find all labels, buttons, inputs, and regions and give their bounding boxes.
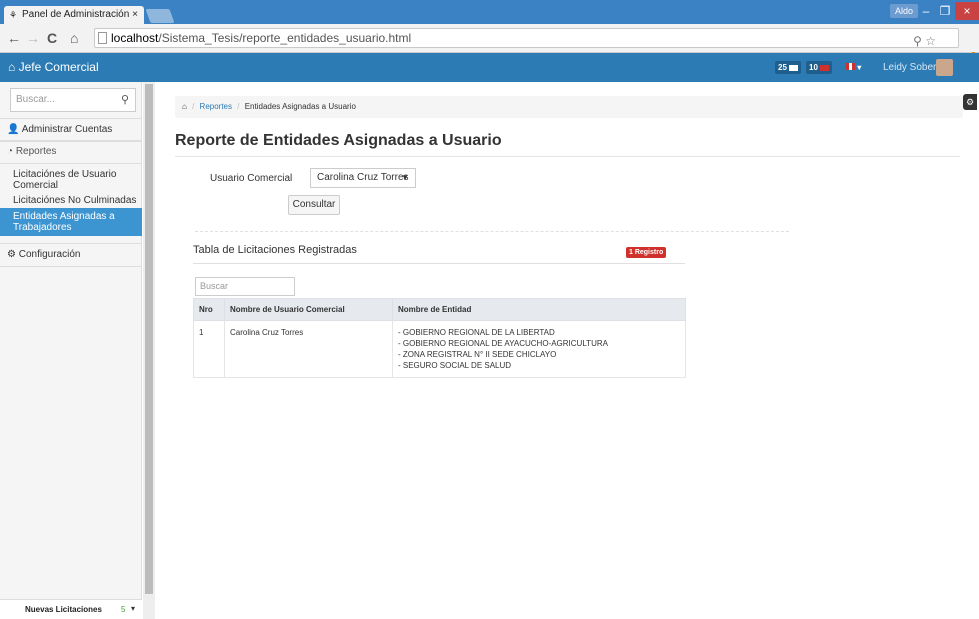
sidebar-scroll-thumb[interactable]: [145, 84, 153, 594]
cell-entidades: - GOBIERNO REGIONAL DE LA LIBERTAD - GOB…: [392, 320, 686, 378]
breadcrumb: ⌂ / Reportes / Entidades Asignadas a Usu…: [175, 96, 963, 118]
zoom-icon[interactable]: ⚲ ☆: [913, 32, 936, 50]
breadcrumb-separator: /: [237, 102, 240, 111]
sidebar-item-label: Configuración: [18, 249, 81, 260]
url-host: localhost: [111, 31, 159, 45]
gear-icon: ⚙: [7, 249, 19, 260]
entity-line: - GOBIERNO REGIONAL DE AYACUCHO-AGRICULT…: [398, 339, 608, 348]
brand[interactable]: ⌂ Jefe Comercial: [8, 53, 99, 82]
chevron-down-icon[interactable]: ▾: [131, 604, 135, 613]
usuario-comercial-label: Usuario Comercial: [210, 173, 293, 184]
sidebar-subitem-licitaciones-usuario[interactable]: Licitaciónes de Usuario Comercial: [0, 169, 142, 193]
sidebar-item-label: Reportes: [15, 146, 57, 157]
avatar[interactable]: [936, 59, 953, 76]
main-content: ⌂ / Reportes / Entidades Asignadas a Usu…: [155, 82, 979, 619]
breadcrumb-reportes[interactable]: Reportes: [200, 102, 232, 111]
back-icon[interactable]: ←: [7, 29, 21, 47]
user-icon: 👤: [7, 124, 22, 135]
brand-label: Jefe Comercial: [18, 60, 99, 74]
tab-close-icon[interactable]: ×: [132, 6, 138, 24]
col-header-entidad[interactable]: Nombre de Entidad: [392, 298, 686, 321]
home-icon: ⌂: [8, 60, 19, 74]
new-tab-button[interactable]: [145, 9, 175, 23]
close-window-icon[interactable]: ×: [955, 2, 979, 20]
usuario-comercial-select[interactable]: Carolina Cruz Torres ▼: [310, 168, 416, 188]
os-user-badge[interactable]: Aldo: [890, 4, 919, 18]
title-divider: [175, 156, 960, 157]
home-icon[interactable]: ⌂: [182, 102, 187, 111]
address-bar-area: ← → C ⌂ localhost/Sistema_Tesis/reporte_…: [0, 24, 979, 64]
url-path: /Sistema_Tesis/reporte_entidades_usuario…: [158, 31, 412, 45]
sidebar: Buscar... ⚲ 👤 Administrar Cuentas ◔ Repo…: [0, 82, 142, 619]
table-header-row: Nro Nombre de Usuario Comercial Nombre d…: [193, 298, 686, 321]
home-icon[interactable]: ⌂: [70, 29, 78, 47]
col-header-nro[interactable]: Nro: [193, 298, 225, 321]
record-count-badge: 1 Registro: [626, 247, 667, 258]
section-divider: [195, 231, 789, 232]
sidebar-item-administrar-cuentas[interactable]: 👤 Administrar Cuentas: [0, 118, 142, 142]
footer-count: 5: [121, 605, 126, 614]
flag-icon: [846, 63, 855, 70]
language-flag[interactable]: ▾: [843, 61, 864, 74]
sidebar-subitem-label: Licitaciónes de Usuario Comercial: [13, 169, 117, 191]
breadcrumb-current: Entidades Asignadas a Usuario: [244, 102, 356, 111]
caret-down-icon: ▼: [401, 173, 409, 182]
search-icon[interactable]: ⚲: [121, 89, 129, 111]
chart-icon: ◔: [7, 146, 16, 157]
sidebar-item-reportes[interactable]: ◔ Reportes: [0, 140, 142, 164]
consultar-button[interactable]: Consultar: [288, 195, 340, 215]
envelope-icon: [788, 64, 798, 71]
sidebar-item-label: Administrar Cuentas: [21, 124, 113, 135]
cell-nro: 1: [193, 320, 225, 378]
table-search-input[interactable]: Buscar: [195, 277, 295, 296]
table-title-divider: [193, 263, 685, 264]
app-header: ⌂ Jefe Comercial 25 10 ▾ Leidy Soberón: [0, 53, 979, 82]
select-value: Carolina Cruz Torres: [317, 172, 409, 183]
sidebar-item-configuracion[interactable]: ⚙ Configuración: [0, 243, 142, 267]
url-input[interactable]: localhost/Sistema_Tesis/reporte_entidade…: [94, 28, 959, 48]
favicon-icon: ⚘: [9, 10, 18, 20]
table-row[interactable]: 1 Carolina Cruz Torres - GOBIERNO REGION…: [193, 320, 686, 378]
tasks-count: 10: [809, 63, 818, 72]
tab-title: Panel de Administración: [22, 9, 130, 20]
table-title: Tabla de Licitaciones Registradas: [193, 244, 357, 256]
tasks-badge[interactable]: 10: [806, 61, 832, 74]
page-icon: [98, 32, 107, 44]
messages-count: 25: [778, 63, 787, 72]
footer-label: Nuevas Licitaciones: [25, 605, 102, 614]
sidebar-footer[interactable]: Nuevas Licitaciones 5 ▾: [0, 599, 142, 619]
sidebar-search-placeholder: Buscar...: [16, 94, 55, 105]
browser-tab[interactable]: ⚘ Panel de Administración ×: [4, 6, 144, 24]
sidebar-search-input[interactable]: Buscar... ⚲: [10, 88, 136, 112]
col-header-usuario[interactable]: Nombre de Usuario Comercial: [224, 298, 393, 321]
settings-gear-icon[interactable]: ⚙: [963, 94, 977, 110]
forward-icon[interactable]: →: [26, 29, 40, 47]
sidebar-subitem-entidades-asignadas[interactable]: Entidades Asignadas a Trabajadores: [0, 208, 142, 236]
restore-icon[interactable]: ❐: [936, 2, 954, 20]
messages-badge[interactable]: 25: [775, 61, 801, 74]
cell-usuario: Carolina Cruz Torres: [224, 320, 393, 378]
page-title: Reporte de Entidades Asignadas a Usuario: [175, 132, 502, 149]
sidebar-subitem-label: Licitaciónes No Culminadas: [13, 195, 137, 206]
entity-line: - SEGURO SOCIAL DE SALUD: [398, 361, 512, 370]
reload-icon[interactable]: C: [47, 29, 57, 47]
sidebar-subitem-no-culminadas[interactable]: Licitaciónes No Culminadas: [0, 195, 142, 207]
entidades-table: Nro Nombre de Usuario Comercial Nombre d…: [193, 298, 686, 378]
table-search-placeholder: Buscar: [200, 281, 229, 291]
minimize-icon[interactable]: –: [917, 2, 935, 20]
entity-line: - GOBIERNO REGIONAL DE LA LIBERTAD: [398, 328, 555, 337]
sidebar-subitem-label: Entidades Asignadas a Trabajadores: [13, 211, 115, 233]
calendar-icon: [819, 64, 829, 71]
breadcrumb-separator: /: [192, 102, 195, 111]
entity-line: - ZONA REGISTRAL N° II SEDE CHICLAYO: [398, 350, 557, 359]
browser-tab-strip: ⚘ Panel de Administración × Aldo – ❐ ×: [0, 0, 979, 24]
